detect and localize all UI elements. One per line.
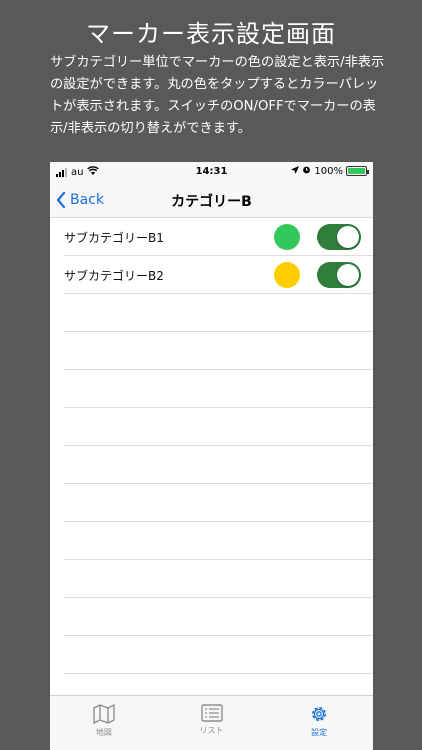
tab-map[interactable]: 地図	[50, 696, 158, 750]
subcategory-label: サブカテゴリーB2	[64, 269, 164, 283]
page-title: カテゴリーB	[171, 194, 252, 210]
empty-row	[64, 560, 373, 598]
empty-row	[64, 370, 373, 408]
visibility-toggle[interactable]	[317, 224, 361, 250]
navigation-bar: Back カテゴリーB	[50, 182, 373, 218]
tab-label: リスト	[199, 726, 224, 735]
empty-row	[64, 294, 373, 332]
tab-settings[interactable]: 設定	[265, 696, 373, 750]
tab-list[interactable]: リスト	[158, 696, 266, 750]
empty-row	[64, 636, 373, 674]
empty-row	[64, 446, 373, 484]
empty-row	[64, 332, 373, 370]
gear-icon	[312, 707, 327, 721]
promo-description: サブカテゴリー単位でマーカーの色の設定と表示/非表示の設定ができます。丸の色をタ…	[50, 55, 385, 136]
empty-row	[64, 598, 373, 636]
tab-label: 設定	[311, 728, 328, 737]
visibility-toggle[interactable]	[317, 262, 361, 288]
subcategory-row-b1: サブカテゴリーB1	[64, 218, 373, 256]
subcategory-label: サブカテゴリーB1	[64, 231, 164, 245]
alarm-icon	[302, 165, 311, 177]
list-icon	[200, 704, 223, 722]
color-swatch-button[interactable]	[274, 262, 300, 288]
status-bar: au 14:31 100%	[50, 162, 373, 182]
battery-charging-icon	[346, 166, 369, 176]
subcategory-list: サブカテゴリーB1 サブカテゴリーB2	[50, 218, 373, 674]
tab-bar: 地図 リスト 設定	[50, 695, 373, 750]
empty-row	[64, 522, 373, 560]
subcategory-row-b2: サブカテゴリーB2	[64, 256, 373, 294]
map-icon	[93, 704, 115, 724]
phone-screen: au 14:31 100% Back カテゴリーB サブカテゴリーB1 サブカテ…	[50, 162, 373, 750]
location-arrow-icon	[291, 165, 300, 177]
color-swatch-button[interactable]	[274, 224, 300, 250]
promo-title: マーカー表示設定画面	[86, 20, 336, 48]
empty-row	[64, 484, 373, 522]
empty-row	[64, 408, 373, 446]
tab-label: 地図	[95, 728, 112, 737]
battery-percent: 100%	[314, 165, 343, 177]
